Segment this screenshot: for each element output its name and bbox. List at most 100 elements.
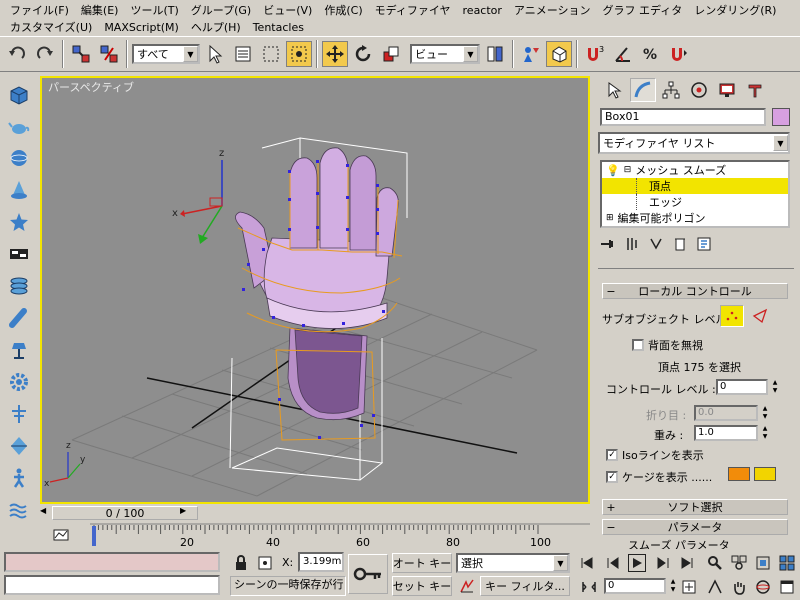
- hierarchy-tab-icon[interactable]: [658, 78, 684, 102]
- time-slider[interactable]: ◀ 0 / 100 ▶: [40, 504, 590, 522]
- ignore-backfacing-checkbox[interactable]: 背面を無視: [632, 337, 703, 353]
- rollout-soft-selection[interactable]: + ソフト選択: [602, 499, 788, 515]
- edge-level-button[interactable]: [750, 307, 770, 325]
- configure-sets-icon[interactable]: [696, 236, 712, 255]
- menu-reactor[interactable]: reactor: [457, 4, 508, 17]
- menu-tools[interactable]: ツール(T): [124, 2, 184, 18]
- undo-icon[interactable]: [4, 41, 30, 67]
- spinner-arrows-icon[interactable]: ▲ ▼: [760, 425, 770, 441]
- vertex-level-button[interactable]: [720, 305, 744, 327]
- create-tab-icon[interactable]: [602, 78, 628, 102]
- field-of-view-icon[interactable]: [706, 578, 724, 596]
- remove-modifier-icon[interactable]: [672, 236, 688, 255]
- track-bar[interactable]: 20 40 60 80 100: [40, 522, 590, 548]
- show-cage-checkbox[interactable]: ✓ ケージを表示 ......: [606, 469, 712, 485]
- cylinder-stack-icon[interactable]: [4, 272, 34, 300]
- play-icon[interactable]: [628, 554, 646, 572]
- stack-item-vertex[interactable]: 頂点: [602, 178, 788, 194]
- menu-maxscript[interactable]: MAXScript(M): [98, 21, 185, 34]
- modifier-list-dropdown[interactable]: モディファイヤ リスト ▼: [598, 132, 790, 154]
- rotate-icon[interactable]: [350, 41, 376, 67]
- show-end-result-icon[interactable]: [624, 236, 640, 255]
- reference-coordinate-dropdown[interactable]: ビュー ▼: [410, 44, 480, 64]
- perspective-viewport[interactable]: パースペクティブ z x z x y: [40, 76, 590, 504]
- pin-stack-icon[interactable]: [600, 236, 616, 255]
- modify-tab-icon[interactable]: [630, 78, 656, 102]
- menu-customize[interactable]: カスタマイズ(U): [4, 19, 98, 35]
- weight-spinner[interactable]: 1.0 ▲ ▼: [694, 425, 770, 441]
- chevron-left-icon[interactable]: ◀: [40, 506, 50, 515]
- menu-animation[interactable]: アニメーション: [508, 2, 597, 18]
- move-icon[interactable]: [322, 41, 348, 67]
- x-coordinate-field[interactable]: 3.199m: [298, 552, 344, 572]
- control-level-field[interactable]: 0: [716, 379, 768, 395]
- show-isolines-checkbox[interactable]: ✓ Isoラインを表示: [606, 447, 704, 463]
- display-tab-icon[interactable]: [714, 78, 740, 102]
- zoom-icon[interactable]: [706, 554, 724, 572]
- cage-color-swatch-1[interactable]: [728, 467, 750, 481]
- select-by-name-icon[interactable]: [230, 41, 256, 67]
- tube-icon[interactable]: [4, 304, 34, 332]
- go-to-end-icon[interactable]: [678, 554, 696, 572]
- box-icon[interactable]: [4, 80, 34, 108]
- wave-icon[interactable]: [4, 496, 34, 524]
- menu-help[interactable]: ヘルプ(H): [185, 19, 247, 35]
- gear-icon[interactable]: [4, 368, 34, 396]
- window-crossing-icon[interactable]: [286, 41, 312, 67]
- menu-modifiers[interactable]: モディファイヤ: [369, 2, 457, 18]
- auto-key-button[interactable]: オート キー: [392, 553, 452, 573]
- menu-rendering[interactable]: レンダリング(R): [688, 2, 782, 18]
- unlink-icon[interactable]: [96, 41, 122, 67]
- redo-icon[interactable]: [32, 41, 58, 67]
- stack-item-edge[interactable]: エッジ: [602, 194, 788, 210]
- scale-icon[interactable]: [378, 41, 404, 67]
- current-frame-spinner[interactable]: 0 ▲ ▼: [604, 578, 678, 594]
- cone-icon[interactable]: [4, 176, 34, 204]
- menu-view[interactable]: ビュー(V): [257, 2, 318, 18]
- stack-item-mesh-smooth[interactable]: 💡 ⊟ メッシュ スムーズ: [602, 162, 788, 178]
- menu-edit[interactable]: 編集(E): [75, 2, 125, 18]
- next-frame-icon[interactable]: [654, 554, 672, 572]
- spinner-snap-icon[interactable]: [666, 41, 692, 67]
- stack-item-editable-poly[interactable]: ⊞ 編集可能ポリゴン: [602, 210, 788, 226]
- time-slider-thumb[interactable]: 0 / 100: [52, 506, 198, 520]
- menu-file[interactable]: ファイル(F): [4, 2, 75, 18]
- spinner-arrows-icon[interactable]: ▲ ▼: [760, 405, 770, 421]
- zoom-extents-all-icon[interactable]: [778, 554, 796, 572]
- arc-rotate-icon[interactable]: [754, 578, 772, 596]
- selection-filter-dropdown[interactable]: すべて ▼: [132, 44, 200, 64]
- menu-create[interactable]: 作成(C): [318, 2, 368, 18]
- align-icon[interactable]: [546, 41, 572, 67]
- selection-set-dropdown[interactable]: 選択 ▼: [456, 553, 570, 573]
- star-icon[interactable]: [4, 208, 34, 236]
- lightbulb-icon[interactable]: 💡: [606, 164, 620, 177]
- rollout-local-control[interactable]: − ローカル コントロール: [602, 283, 788, 299]
- lamp-icon[interactable]: [4, 336, 34, 364]
- key-filters-button[interactable]: キー フィルタ...: [480, 576, 570, 596]
- key-mode-toggle-icon[interactable]: [580, 578, 598, 596]
- weight-field[interactable]: 1.0: [694, 425, 758, 441]
- rollout-parameters[interactable]: − パラメータ: [602, 519, 788, 535]
- set-key-button[interactable]: セット キー: [392, 576, 452, 596]
- object-name-field[interactable]: Box01: [600, 108, 766, 126]
- zoom-all-icon[interactable]: [730, 554, 748, 572]
- menu-group[interactable]: グループ(G): [185, 2, 257, 18]
- time-configuration-icon[interactable]: [680, 578, 698, 596]
- pan-hand-icon[interactable]: [730, 578, 748, 596]
- zoom-extents-icon[interactable]: [754, 554, 772, 572]
- absolute-mode-icon[interactable]: [256, 554, 274, 572]
- chevron-right-icon[interactable]: ▶: [180, 506, 186, 515]
- mirror-icon[interactable]: [518, 41, 544, 67]
- tree-icon[interactable]: [4, 400, 34, 428]
- spinner-arrows-icon[interactable]: ▲ ▼: [770, 379, 780, 395]
- crease-spinner[interactable]: 0.0 ▲ ▼: [694, 405, 770, 421]
- curve-editor-icon[interactable]: [52, 526, 70, 544]
- maxscript-listener-white[interactable]: [4, 575, 220, 595]
- make-unique-icon[interactable]: [648, 236, 664, 255]
- percent-snap-icon[interactable]: %: [638, 41, 664, 67]
- previous-frame-icon[interactable]: [604, 554, 622, 572]
- character-icon[interactable]: [4, 464, 34, 492]
- cage-color-swatch-2[interactable]: [754, 467, 776, 481]
- crease-field[interactable]: 0.0: [694, 405, 758, 421]
- menu-tentacles[interactable]: Tentacles: [247, 21, 310, 34]
